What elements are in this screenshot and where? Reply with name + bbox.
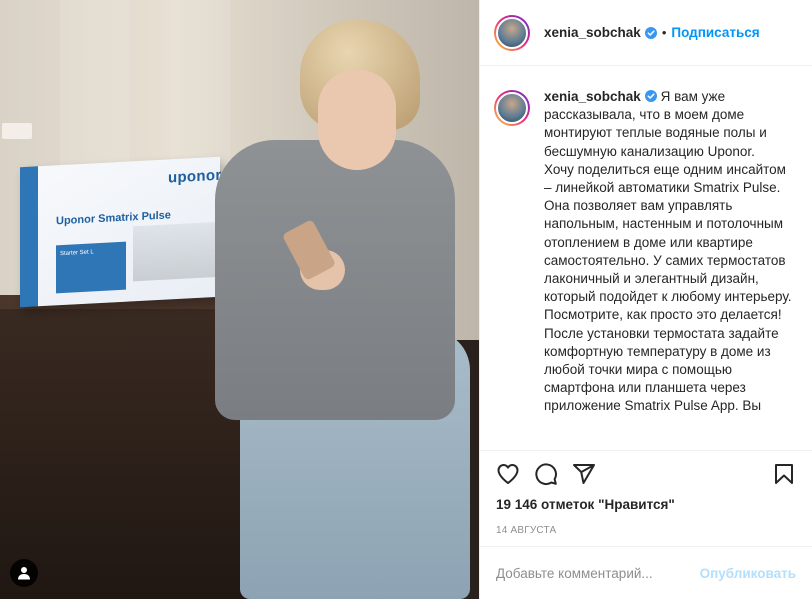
publish-button[interactable]: Опубликовать bbox=[700, 566, 796, 581]
action-bar bbox=[480, 451, 812, 497]
comment-icon bbox=[535, 463, 557, 486]
post-actions-section: 19 146 отметок "Нравится" 14 августа bbox=[480, 450, 812, 536]
share-icon bbox=[573, 464, 595, 484]
caption-area[interactable]: xenia_sobchak Я вам уже рассказывала, чт… bbox=[480, 66, 812, 450]
caption-username[interactable]: xenia_sobchak bbox=[544, 89, 641, 104]
save-button[interactable] bbox=[768, 458, 800, 490]
add-comment-bar: Опубликовать bbox=[480, 546, 812, 599]
share-button[interactable] bbox=[568, 458, 600, 490]
separator-dot: • bbox=[661, 25, 667, 40]
box-brand-text: uponor bbox=[168, 166, 222, 187]
heart-icon bbox=[497, 464, 519, 484]
wall-outlet bbox=[2, 123, 32, 139]
bookmark-icon bbox=[775, 464, 793, 484]
verified-badge-icon bbox=[644, 90, 657, 102]
follow-button[interactable]: Подписаться bbox=[671, 25, 759, 40]
avatar[interactable] bbox=[494, 14, 530, 51]
post-side-panel: xenia_sobchak • Подписаться xenia_sobcha… bbox=[479, 0, 812, 599]
post-photo[interactable]: uponor Uponor Smatrix Pulse Starter Set … bbox=[0, 0, 479, 599]
caption-text-block: xenia_sobchak Я вам уже рассказывала, чт… bbox=[544, 88, 796, 416]
uponor-product-box: uponor Uponor Smatrix Pulse Starter Set … bbox=[20, 156, 223, 308]
comment-input[interactable] bbox=[496, 565, 700, 581]
post-date[interactable]: 14 августа bbox=[480, 525, 812, 536]
caption-comment: xenia_sobchak Я вам уже рассказывала, чт… bbox=[494, 88, 796, 416]
tagged-users-button[interactable] bbox=[10, 559, 38, 587]
comment-button[interactable] bbox=[530, 458, 562, 490]
person-face bbox=[318, 70, 396, 170]
caption-avatar[interactable] bbox=[494, 90, 530, 126]
likes-count[interactable]: 19 146 отметок "Нравится" bbox=[480, 497, 812, 512]
user-icon bbox=[18, 567, 30, 580]
verified-badge-icon bbox=[644, 26, 657, 39]
box-room-image bbox=[133, 221, 223, 282]
header-username[interactable]: xenia_sobchak bbox=[544, 25, 641, 40]
like-button[interactable] bbox=[492, 458, 524, 490]
caption-text: Я вам уже рассказывала, что в моем доме … bbox=[544, 89, 792, 414]
post-header: xenia_sobchak • Подписаться bbox=[480, 0, 812, 66]
